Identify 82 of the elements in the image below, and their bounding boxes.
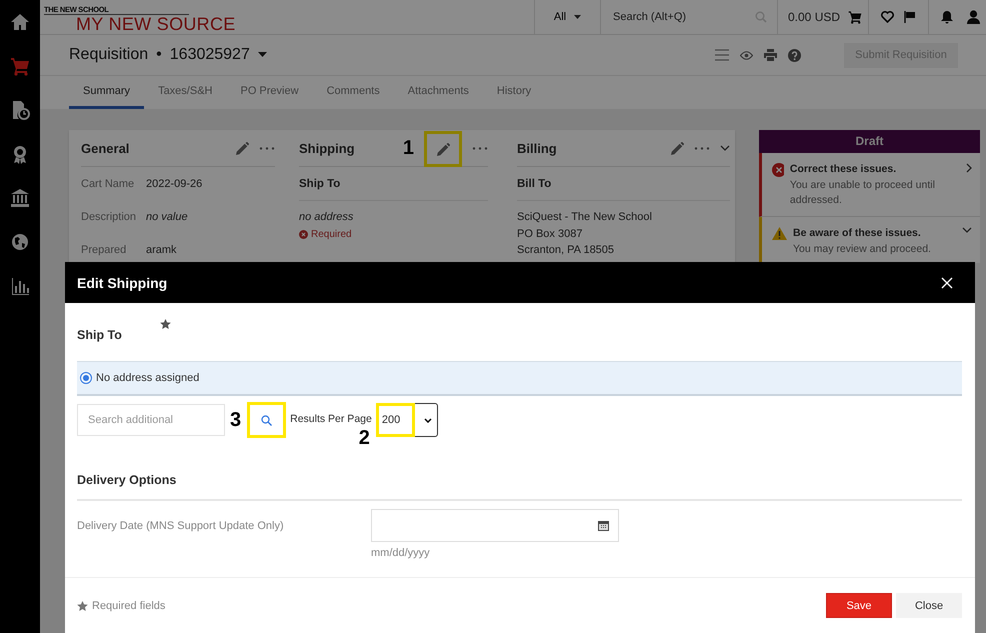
- field-label: Prepared: [81, 244, 128, 256]
- save-button[interactable]: Save: [826, 593, 892, 618]
- issue-title: Correct these issues.: [790, 163, 898, 175]
- help-icon[interactable]: [788, 48, 801, 62]
- heart-icon[interactable]: [881, 11, 894, 23]
- title-separator: •: [156, 46, 162, 64]
- results-per-page-select[interactable]: 200: [376, 403, 438, 437]
- step-number: 1: [402, 138, 414, 158]
- issue-text: You are unable to proceed until addressed.: [790, 178, 936, 208]
- issue-title: Be aware of these issues.: [793, 227, 922, 239]
- card-title: Shipping: [299, 140, 355, 156]
- radio-button[interactable]: [80, 372, 92, 384]
- globe-icon[interactable]: [10, 232, 30, 252]
- edit-icon[interactable]: [671, 142, 684, 154]
- bell-icon[interactable]: [941, 10, 953, 24]
- address-line: Scranton, PA 18505: [517, 243, 616, 258]
- error-panel[interactable]: Correct these issues. You are unable to proceed until addressed.: [759, 153, 980, 217]
- card-title: General: [81, 140, 130, 156]
- tab[interactable]: PO Preview: [226, 76, 313, 109]
- more-icon[interactable]: [694, 146, 710, 150]
- step-number: 2: [358, 428, 370, 448]
- search-icon[interactable]: [261, 414, 272, 426]
- card-title: Billing: [517, 140, 557, 156]
- error-text: Required: [311, 229, 352, 240]
- requisition-number: 163025927: [170, 46, 250, 64]
- chevron-down-icon[interactable]: [424, 418, 432, 422]
- page-title: Requisition: [69, 46, 148, 64]
- scope-dropdown[interactable]: All: [554, 11, 566, 23]
- field-value: no value: [146, 210, 188, 222]
- cart-total: 0.00 USD: [788, 10, 840, 24]
- chevron-right-icon[interactable]: [966, 163, 972, 173]
- document-clock-icon[interactable]: [10, 100, 30, 120]
- tab[interactable]: Summary: [69, 76, 144, 109]
- print-icon[interactable]: [764, 49, 777, 61]
- date-format-hint: mm/dd/yyyy: [371, 547, 431, 559]
- section-heading: Ship To: [77, 328, 122, 342]
- dialog-title: Edit Shipping: [77, 274, 168, 290]
- bank-icon[interactable]: [10, 188, 30, 208]
- section-heading: Ship To: [299, 167, 488, 201]
- field-label: Cart Name: [81, 178, 136, 190]
- address-text: no address: [299, 211, 354, 223]
- status-header: Draft: [759, 130, 980, 153]
- field-value: 2022-09-26: [146, 178, 202, 190]
- more-icon[interactable]: [259, 146, 275, 150]
- error-icon: [772, 163, 784, 177]
- edit-icon[interactable]: [436, 142, 450, 156]
- tab[interactable]: History: [482, 76, 546, 109]
- caret-icon[interactable]: [574, 15, 582, 19]
- field-label: Delivery Date (MNS Support Update Only): [77, 520, 285, 534]
- logo-text: MY NEW SOURCE: [75, 15, 236, 33]
- address-line: SciQuest - The New School: [517, 210, 653, 225]
- edit-icon[interactable]: [236, 142, 249, 154]
- user-icon[interactable]: [967, 10, 980, 24]
- step-number: 3: [230, 410, 242, 430]
- caret-icon[interactable]: [258, 52, 267, 58]
- required-note: Required fields: [92, 600, 166, 612]
- tab[interactable]: Taxes/S&H: [144, 76, 226, 109]
- section-heading: Bill To: [517, 167, 730, 201]
- error-icon: [299, 230, 308, 239]
- tab[interactable]: Comments: [312, 76, 394, 109]
- radio-label: No address assigned: [96, 372, 200, 384]
- required-star-icon: [77, 600, 88, 610]
- home-icon[interactable]: [10, 12, 30, 32]
- more-icon[interactable]: [472, 146, 488, 150]
- eye-icon[interactable]: [740, 50, 753, 60]
- search-field[interactable]: Search additional: [77, 404, 225, 436]
- flag-icon[interactable]: [904, 11, 916, 23]
- close-icon[interactable]: [941, 276, 953, 288]
- cart-icon[interactable]: [848, 10, 862, 24]
- close-button[interactable]: Close: [896, 593, 962, 618]
- field-label: Description: [81, 210, 138, 222]
- section-heading: Delivery Options: [77, 473, 962, 501]
- field-value: aramk: [146, 244, 177, 256]
- menu-icon[interactable]: [715, 49, 729, 61]
- date-field[interactable]: [371, 509, 619, 542]
- bar-chart-icon[interactable]: [10, 276, 30, 296]
- tab[interactable]: Attachments: [394, 76, 483, 109]
- issue-text: You may review and proceed.: [793, 242, 931, 257]
- calendar-icon[interactable]: [598, 520, 609, 531]
- address-line: PO Box 3087: [517, 226, 584, 242]
- field-label: Results Per Page: [290, 413, 372, 425]
- warning-icon: [772, 227, 787, 240]
